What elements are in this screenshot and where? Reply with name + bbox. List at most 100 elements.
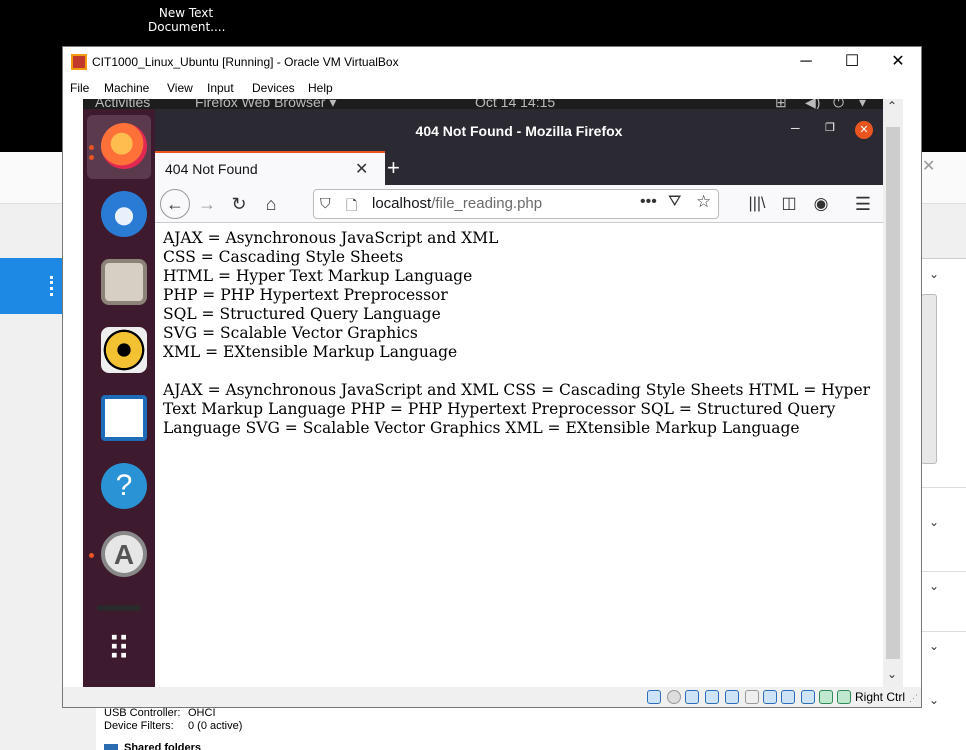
page-line: CSS = Cascading Style Sheets (163, 248, 404, 266)
display-icon[interactable] (763, 690, 777, 704)
menu-view[interactable]: View (167, 81, 193, 95)
virtualization-icon[interactable] (801, 690, 815, 704)
chevron-down-icon[interactable]: ⌄ (929, 693, 939, 707)
app-menu[interactable]: Firefox Web Browser ▾ (195, 99, 336, 109)
dock-thunderbird[interactable] (87, 183, 151, 247)
vm-menubar: File Machine View Input Devices Help (63, 79, 921, 99)
manager-selected-vm[interactable] (0, 258, 64, 314)
manager-close-icon[interactable]: ✕ (922, 156, 935, 176)
chevron-down-icon[interactable]: ⌄ (929, 579, 939, 593)
dock-partial-app (97, 605, 141, 611)
dock-firefox[interactable] (87, 115, 151, 179)
scrollbar-thumb[interactable] (886, 127, 900, 659)
close-button[interactable]: ✕ (875, 49, 921, 75)
library-icon[interactable]: |||\ (743, 191, 771, 219)
volume-icon[interactable]: ◀) (805, 99, 820, 109)
tracking-protection-shield-icon[interactable]: ⛉ (320, 195, 331, 212)
guest-screen[interactable]: Activities Firefox Web Browser ▾ Oct 14 … (83, 99, 903, 687)
firefox-titlebar[interactable]: 404 Not Found - Mozilla Firefox ─ ❐ ✕ (155, 109, 883, 151)
guest-scrollbar[interactable]: ⌃ ⌄ (883, 99, 903, 687)
divider (921, 487, 966, 488)
usb-controller-label: USB Controller: (104, 707, 181, 719)
url-text[interactable]: localhost/file_reading.php (372, 195, 542, 212)
firefox-maximize-button[interactable]: ❐ (825, 121, 835, 134)
device-filters-value: 0 (0 active) (188, 720, 243, 732)
firefox-window-title: 404 Not Found - Mozilla Firefox (415, 123, 623, 139)
tab-title: 404 Not Found (165, 161, 258, 177)
usb-icon[interactable] (725, 690, 739, 704)
dock-software[interactable]: A (87, 523, 151, 587)
chevron-down-icon[interactable]: ⌄ (929, 639, 939, 653)
resize-grip-icon[interactable]: ⋰ (909, 693, 918, 704)
clock[interactable]: Oct 14 14:15 (475, 99, 555, 109)
account-icon[interactable]: ◉ (807, 191, 835, 219)
desktop-icon-label[interactable]: New Text Document.... (148, 6, 225, 34)
home-button[interactable]: ⌂ (257, 191, 285, 219)
vm-menu-dots-icon[interactable] (50, 276, 58, 296)
running-indicator (89, 155, 94, 160)
back-button[interactable]: ← (160, 189, 190, 219)
page-actions-more-icon[interactable]: ••• (640, 193, 657, 211)
running-indicator (89, 553, 94, 558)
vm-window-title: CIT1000_Linux_Ubuntu [Running] - Oracle … (92, 55, 399, 69)
system-menu-chevron-icon[interactable]: ▾ (859, 99, 866, 109)
host-key-label: Right Ctrl (855, 690, 906, 704)
video-capture-icon[interactable] (781, 690, 795, 704)
chevron-down-icon[interactable]: ⌄ (929, 515, 939, 529)
chevron-down-icon[interactable]: ⌄ (929, 267, 939, 281)
tab-close-icon[interactable]: ✕ (355, 159, 368, 179)
thunderbird-icon (101, 191, 147, 237)
firefox-close-button[interactable]: ✕ (855, 121, 873, 139)
manager-details-section: USB Controller: OHCI Device Filters: 0 (… (96, 706, 926, 750)
menu-input[interactable]: Input (207, 81, 234, 95)
scroll-down-icon[interactable]: ⌄ (887, 667, 897, 681)
hard-disk-icon[interactable] (647, 690, 661, 704)
menu-devices[interactable]: Devices (252, 81, 295, 95)
minimize-button[interactable]: ─ (783, 49, 829, 75)
vm-status-bar: Right Ctrl ⋰ (63, 687, 921, 707)
maximize-button[interactable]: ☐ (829, 49, 875, 75)
menu-help[interactable]: Help (308, 81, 333, 95)
files-icon (101, 259, 147, 305)
reload-button[interactable]: ↻ (225, 191, 253, 219)
network-adapter-icon[interactable] (705, 690, 719, 704)
new-tab-button[interactable]: + (387, 155, 400, 181)
host-key-icon[interactable] (837, 690, 851, 704)
mouse-integration-icon[interactable] (819, 690, 833, 704)
software-icon: A (101, 531, 147, 577)
firefox-minimize-button[interactable]: ─ (791, 121, 800, 135)
audio-icon[interactable] (685, 690, 699, 704)
optical-drive-icon[interactable] (667, 690, 681, 704)
usb-controller-value: OHCI (188, 707, 216, 719)
bookmark-star-icon[interactable]: ☆ (696, 192, 711, 212)
page-info-icon[interactable]: 🗋 (346, 195, 357, 219)
dock-files[interactable] (87, 251, 151, 315)
scroll-up-icon[interactable]: ⌃ (887, 99, 897, 113)
manager-preview-scrollbar[interactable] (921, 294, 937, 464)
hamburger-menu-icon[interactable]: ☰ (849, 191, 877, 219)
page-line: SQL = Structured Query Language (163, 305, 441, 323)
show-applications-icon[interactable]: ⠿ (101, 631, 137, 667)
dock-libreoffice-writer[interactable] (87, 387, 151, 451)
page-line: SVG = Scalable Vector Graphics (163, 324, 418, 342)
sidebar-icon[interactable]: ◫ (775, 191, 803, 219)
network-icon[interactable]: ⊞ (775, 99, 787, 109)
dock-rhythmbox[interactable] (87, 319, 151, 383)
menu-machine[interactable]: Machine (104, 81, 149, 95)
device-filters-label: Device Filters: (104, 720, 174, 732)
menu-file[interactable]: File (70, 81, 89, 95)
activities-button[interactable]: Activities (95, 99, 150, 109)
tab-404-not-found[interactable]: 404 Not Found ✕ (155, 151, 385, 185)
shared-folders-heading[interactable]: Shared folders (104, 742, 201, 750)
shared-folders-icon[interactable] (745, 690, 759, 704)
pocket-icon[interactable]: ⛛ (668, 193, 681, 211)
vm-titlebar[interactable]: CIT1000_Linux_Ubuntu [Running] - Oracle … (63, 47, 921, 77)
ubuntu-dock: ? A ⠿ (83, 109, 155, 687)
page-line: HTML = Hyper Text Markup Language (163, 267, 473, 285)
url-path: /file_reading.php (431, 195, 543, 212)
power-icon[interactable]: ⏻ (833, 99, 844, 109)
forward-button[interactable]: → (193, 191, 221, 219)
url-bar[interactable]: ⛉ 🗋 localhost/file_reading.php ••• ⛛ ☆ (313, 189, 719, 219)
dock-help[interactable]: ? (87, 455, 151, 519)
firefox-navbar: ← → ↻ ⌂ ⛉ 🗋 localhost/file_reading.php •… (155, 185, 883, 223)
